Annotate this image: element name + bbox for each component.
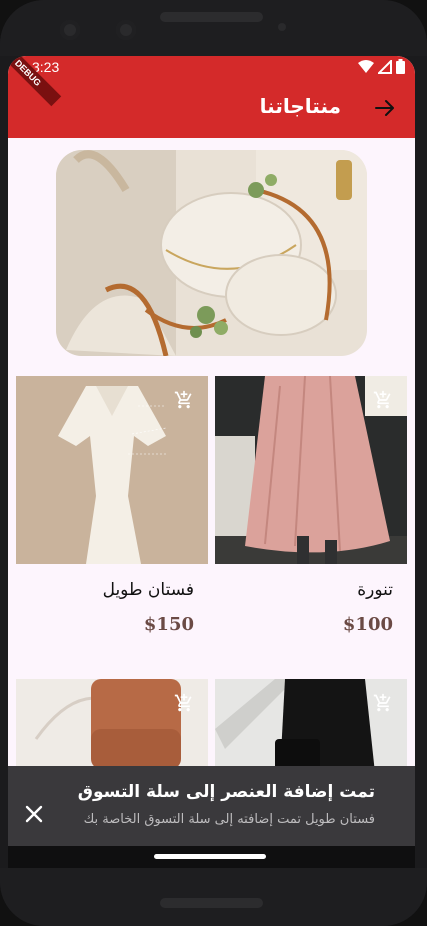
product-card[interactable]: فستان طويل $150: [16, 376, 208, 635]
add-shopping-cart-icon[interactable]: [174, 390, 194, 410]
snackbar-title: تمت إضافة العنصر إلى سلة التسوق: [77, 782, 375, 802]
arrow-forward-icon[interactable]: [373, 96, 397, 120]
product-price: $150: [143, 614, 194, 635]
app-screen: 3:23 DEBUG منتاجاتنا فستان طويل $150 تنو…: [8, 56, 415, 868]
home-gesture-handle[interactable]: [154, 854, 266, 859]
device-dot: [278, 23, 286, 31]
product-price: $100: [342, 614, 393, 635]
product-image: [215, 376, 407, 564]
add-shopping-cart-icon[interactable]: [174, 693, 194, 713]
device-camera: [60, 20, 80, 40]
page-title: منتاجاتنا: [259, 94, 341, 118]
status-bar: 3:23: [8, 56, 415, 80]
wifi-icon: [358, 59, 374, 73]
bags-photo: [56, 150, 367, 356]
add-shopping-cart-icon[interactable]: [373, 390, 393, 410]
signal-icon: [378, 59, 392, 74]
device-speaker-bottom: [160, 898, 263, 908]
add-shopping-cart-icon[interactable]: [373, 693, 393, 713]
close-icon[interactable]: [24, 804, 44, 824]
battery-icon: [396, 59, 405, 74]
device-speaker: [160, 12, 263, 22]
device-bottom-bezel: [0, 868, 427, 926]
status-icons: [358, 59, 405, 74]
product-image: [16, 376, 208, 564]
app-bar: 3:23 DEBUG منتاجاتنا: [8, 56, 415, 138]
device-sensor: [116, 20, 136, 40]
system-nav-bar: [8, 846, 415, 868]
product-name: تنورة: [357, 580, 393, 600]
banner-image[interactable]: [56, 150, 367, 356]
snackbar-subtitle: فستان طويل تمت إضافته إلى سلة التسوق الخ…: [83, 812, 375, 827]
product-card[interactable]: تنورة $100: [215, 376, 407, 635]
device-frame: 3:23 DEBUG منتاجاتنا فستان طويل $150 تنو…: [0, 0, 427, 926]
product-name: فستان طويل: [102, 580, 194, 600]
snackbar: تمت إضافة العنصر إلى سلة التسوق فستان طو…: [8, 766, 415, 846]
